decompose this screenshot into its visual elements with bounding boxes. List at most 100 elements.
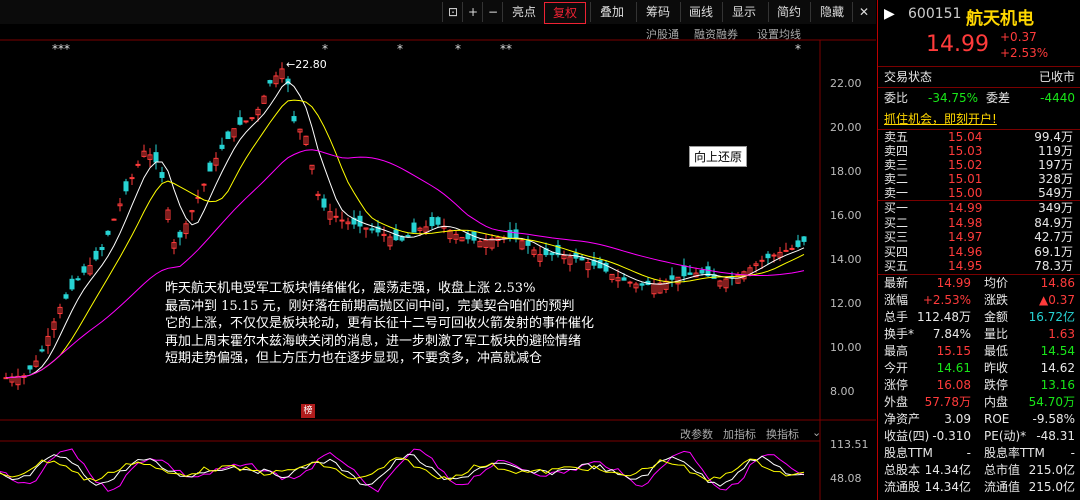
stat-label: 最高 xyxy=(884,344,909,358)
simple-button[interactable]: 简约 xyxy=(768,2,809,22)
order-volume: 197万 xyxy=(1038,158,1073,172)
order-row[interactable]: 卖三 15.02 197万 xyxy=(878,158,1080,172)
margin-link[interactable]: 融资融券 xyxy=(694,26,738,42)
order-row[interactable]: 卖一 15.00 549万 xyxy=(878,186,1080,200)
chips-button[interactable]: 筹码 xyxy=(636,2,679,22)
event-marker[interactable]: * xyxy=(397,42,403,56)
stat-value: -48.31 xyxy=(1036,429,1075,443)
close-icon[interactable]: ✕ xyxy=(852,2,875,22)
ranking-badge[interactable]: 榜 xyxy=(301,404,315,418)
event-marker[interactable]: * xyxy=(795,42,801,56)
stat-label: 总市值 xyxy=(984,463,1021,477)
stat-value: ▲0.37 xyxy=(1039,293,1075,307)
candle-body xyxy=(291,116,297,122)
adjust-button[interactable]: 复权 xyxy=(544,2,586,24)
candle-body xyxy=(789,247,795,250)
draw-line-button[interactable]: 画线 xyxy=(680,2,721,22)
order-price: 14.96 xyxy=(948,244,983,259)
open-account-link[interactable]: 抓住机会，即刻开户! xyxy=(884,110,997,127)
stat-label: 总手 xyxy=(884,310,909,324)
stat-row: 流通股 14.34亿 流通值 215.0亿 xyxy=(878,479,1080,496)
stat-label: 均价 xyxy=(984,276,1009,290)
display-button[interactable]: 显示 xyxy=(722,2,765,22)
order-row[interactable]: 买二 14.98 84.9万 xyxy=(878,216,1080,231)
candle-body xyxy=(93,250,99,260)
candle-body xyxy=(99,247,105,251)
hide-button[interactable]: 隐藏 xyxy=(810,2,853,22)
stat-label: 股息率TTM xyxy=(984,446,1045,460)
status-value: 已收市 xyxy=(1038,70,1075,84)
candle-body xyxy=(429,216,435,227)
stat-value: 15.15 xyxy=(936,344,971,358)
order-row[interactable]: 买一 14.99 349万 xyxy=(878,201,1080,216)
stat-label: PE(动)* xyxy=(984,429,1027,443)
switch-indicator-button[interactable]: 换指标 xyxy=(766,426,799,442)
order-label: 卖二 xyxy=(884,172,909,186)
stat-value: - xyxy=(966,446,971,460)
order-price: 14.95 xyxy=(948,259,983,273)
y-tick: 12.00 xyxy=(830,297,862,310)
order-label: 买四 xyxy=(884,244,909,259)
order-label: 买二 xyxy=(884,215,909,230)
order-row[interactable]: 买三 14.97 42.7万 xyxy=(878,230,1080,245)
order-ratio-row: 委比 -34.75% 委差 -4440 xyxy=(878,89,1080,107)
status-label: 交易状态 xyxy=(884,70,933,84)
stat-label: 总股本 xyxy=(884,463,921,477)
stat-value: 215.0亿 xyxy=(1028,463,1075,477)
order-row[interactable]: 买四 14.96 69.1万 xyxy=(878,245,1080,260)
overlay-button[interactable]: 叠加 xyxy=(590,2,633,22)
order-label: 卖四 xyxy=(884,144,909,158)
order-label: 买一 xyxy=(884,201,909,215)
divider xyxy=(878,87,1080,88)
kline-chart[interactable] xyxy=(0,0,876,500)
event-marker[interactable]: * xyxy=(455,42,461,56)
indicator-menu-icon[interactable]: ⌄ xyxy=(812,426,821,439)
stat-label: 涨跌 xyxy=(984,293,1009,307)
edit-params-button[interactable]: 改参数 xyxy=(680,426,713,442)
collapse-icon[interactable]: ▶ xyxy=(884,6,895,22)
candle-body xyxy=(771,254,777,257)
stat-label: 最低 xyxy=(984,344,1009,358)
order-row[interactable]: 卖二 15.01 328万 xyxy=(878,172,1080,186)
stat-row: 外盘 57.78万 内盘 54.70万 xyxy=(878,394,1080,411)
stat-value: 14.86 xyxy=(1040,276,1075,290)
order-row[interactable]: 卖五 15.04 99.4万 xyxy=(878,130,1080,144)
y-tick: 20.00 xyxy=(830,121,862,134)
commentary-text: 昨天航天机电受军工板块情绪催化，震荡走强，收盘上涨 2.53% 最高冲到 15.… xyxy=(165,280,665,368)
commentary-line: 再加上周末霍尔木兹海峡关闭的消息，进一步刺激了军工板块的避险情绪 xyxy=(165,333,582,349)
candle-body xyxy=(801,236,807,242)
y-tick: 10.00 xyxy=(830,341,862,354)
stat-label: 最新 xyxy=(884,276,909,290)
trade-status-row: 交易状态 已收市 xyxy=(878,68,1080,86)
add-indicator-button[interactable]: 加指标 xyxy=(723,426,756,442)
order-row[interactable]: 卖四 15.03 119万 xyxy=(878,144,1080,158)
restore-icon[interactable]: ⊡ xyxy=(442,2,463,22)
stat-value: - xyxy=(1070,446,1075,460)
order-label: 买三 xyxy=(884,230,909,244)
stat-label: 换手* xyxy=(884,327,915,341)
order-price: 15.03 xyxy=(948,144,983,158)
hk-connect-link[interactable]: 沪股通 xyxy=(646,26,679,42)
order-row[interactable]: 买五 14.95 78.3万 xyxy=(878,259,1080,274)
stat-row: 股息TTM - 股息率TTM - xyxy=(878,445,1080,462)
order-price: 15.04 xyxy=(948,130,983,144)
ma-settings-link[interactable]: 设置均线 xyxy=(757,26,801,42)
event-marker[interactable]: *** xyxy=(52,42,70,56)
zoom-in-icon[interactable]: + xyxy=(462,2,483,22)
candle-body xyxy=(135,163,141,166)
stat-row: 涨停 16.08 跌停 13.16 xyxy=(878,377,1080,394)
stat-label: 流通值 xyxy=(984,480,1021,494)
candle-body xyxy=(39,349,45,352)
order-volume: 99.4万 xyxy=(1034,130,1073,144)
zoom-out-icon[interactable]: − xyxy=(482,2,503,22)
current-price: 14.99 xyxy=(926,32,989,57)
order-volume: 84.9万 xyxy=(1034,215,1073,230)
stat-label: 昨收 xyxy=(984,361,1009,375)
highlight-button[interactable]: 亮点 xyxy=(502,2,545,22)
commentary-line: 它的上涨，不仅仅是板块轮动，更有长征十二号可回收火箭发射的事件催化 xyxy=(165,316,595,331)
stat-label: ROE xyxy=(984,412,1010,426)
stat-value: 14.54 xyxy=(1040,344,1075,358)
price-change: +0.37 xyxy=(1000,30,1037,44)
event-marker[interactable]: ** xyxy=(500,42,512,56)
event-marker[interactable]: * xyxy=(322,42,328,56)
